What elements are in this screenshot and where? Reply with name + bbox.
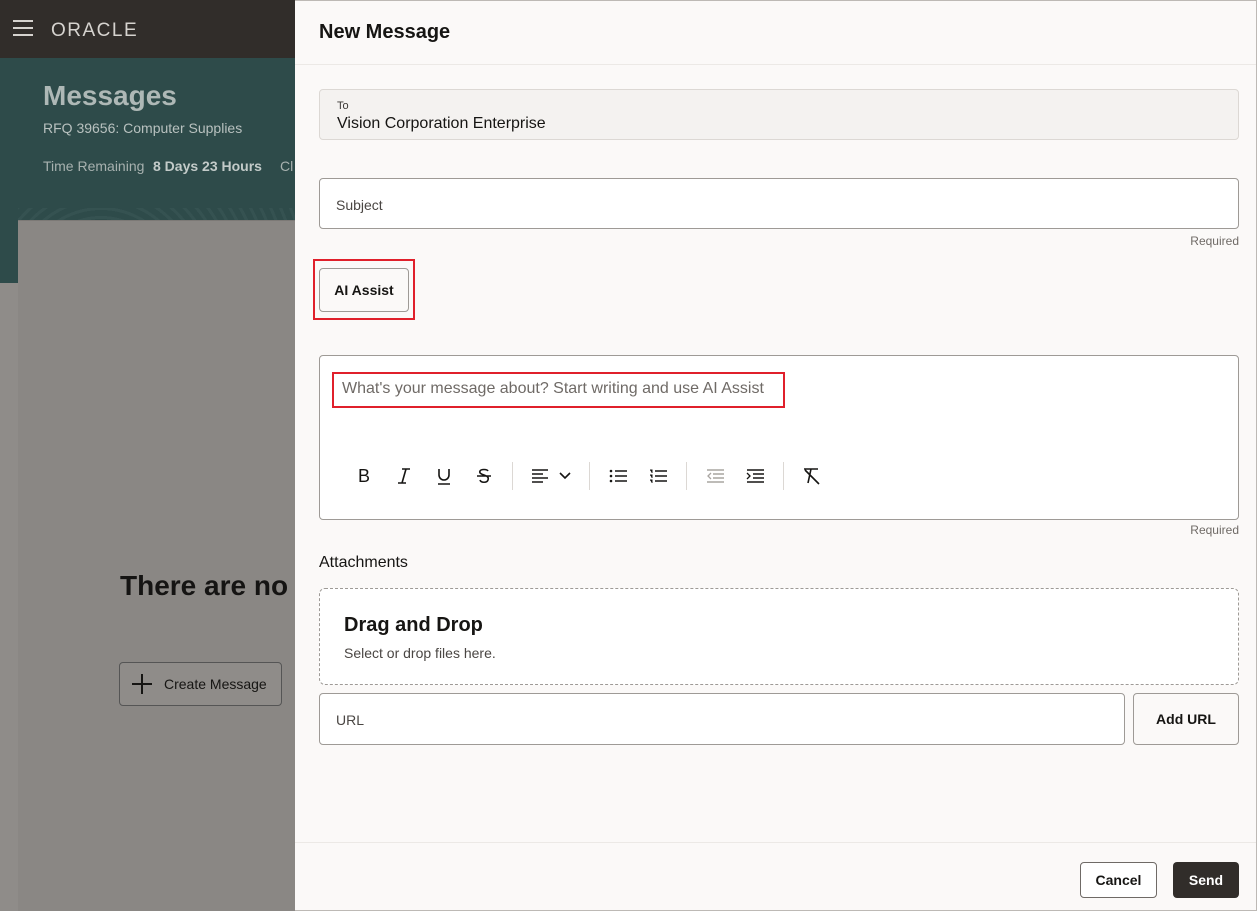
underline-icon[interactable] xyxy=(424,456,464,496)
strikethrough-icon[interactable] xyxy=(464,456,504,496)
bullet-list-icon[interactable] xyxy=(598,456,638,496)
clear-format-icon[interactable] xyxy=(792,456,832,496)
toolbar-divider xyxy=(783,462,784,490)
time-remaining-label: Time Remaining xyxy=(43,158,145,174)
empty-state-heading: There are no xyxy=(120,570,289,601)
formatting-toolbar: B xyxy=(344,456,832,496)
url-placeholder: URL xyxy=(336,712,365,728)
empty-state-card xyxy=(18,220,295,911)
to-label: To xyxy=(337,100,349,112)
toolbar-divider xyxy=(512,462,513,490)
app-header: ORACLE xyxy=(0,0,295,58)
to-value: Vision Corporation Enterprise xyxy=(337,115,546,132)
close-date-fragment: Cl xyxy=(280,158,294,174)
message-required-hint: Required xyxy=(1190,523,1239,537)
cancel-button[interactable]: Cancel xyxy=(1080,862,1157,898)
message-placeholder: What's your message about? Start writing… xyxy=(342,380,764,397)
align-icon xyxy=(532,469,548,483)
oracle-logo: ORACLE xyxy=(51,20,139,41)
url-input[interactable]: URL xyxy=(319,693,1125,745)
svg-text:B: B xyxy=(358,467,370,485)
to-field: To Vision Corporation Enterprise xyxy=(319,89,1239,140)
bold-icon[interactable]: B xyxy=(344,456,384,496)
rfq-subtitle: RFQ 39656: Computer Supplies xyxy=(43,120,243,136)
plus-icon xyxy=(132,674,152,694)
add-url-button[interactable]: Add URL xyxy=(1133,693,1239,745)
subject-required-hint: Required xyxy=(1190,234,1239,248)
chevron-down-icon xyxy=(559,472,571,480)
attachments-label: Attachments xyxy=(319,554,408,571)
subject-placeholder: Subject xyxy=(336,197,383,213)
subject-input[interactable]: Subject xyxy=(319,178,1239,229)
ai-assist-button[interactable]: AI Assist xyxy=(319,268,409,312)
message-editor[interactable]: What's your message about? Start writing… xyxy=(319,355,1239,520)
outdent-icon[interactable] xyxy=(695,456,735,496)
dropzone-subtitle: Select or drop files here. xyxy=(344,645,496,661)
hamburger-menu-icon[interactable] xyxy=(13,20,33,36)
indent-icon[interactable] xyxy=(735,456,775,496)
italic-icon[interactable] xyxy=(384,456,424,496)
send-button[interactable]: Send xyxy=(1173,862,1239,898)
file-dropzone[interactable]: Drag and Drop Select or drop files here. xyxy=(319,588,1239,685)
toolbar-divider xyxy=(686,462,687,490)
create-message-label: Create Message xyxy=(164,676,267,692)
new-message-drawer: New Message To Vision Corporation Enterp… xyxy=(295,0,1257,911)
toolbar-divider xyxy=(589,462,590,490)
drawer-title: New Message xyxy=(319,21,451,43)
dropzone-title: Drag and Drop xyxy=(344,614,483,636)
footer-divider xyxy=(295,842,1256,843)
numbered-list-icon[interactable] xyxy=(638,456,678,496)
time-remaining-value: 8 Days 23 Hours xyxy=(153,158,262,174)
header-divider xyxy=(295,64,1256,65)
create-message-button[interactable]: Create Message xyxy=(119,662,282,706)
align-dropdown[interactable] xyxy=(521,456,581,496)
page-title: Messages xyxy=(43,80,177,111)
